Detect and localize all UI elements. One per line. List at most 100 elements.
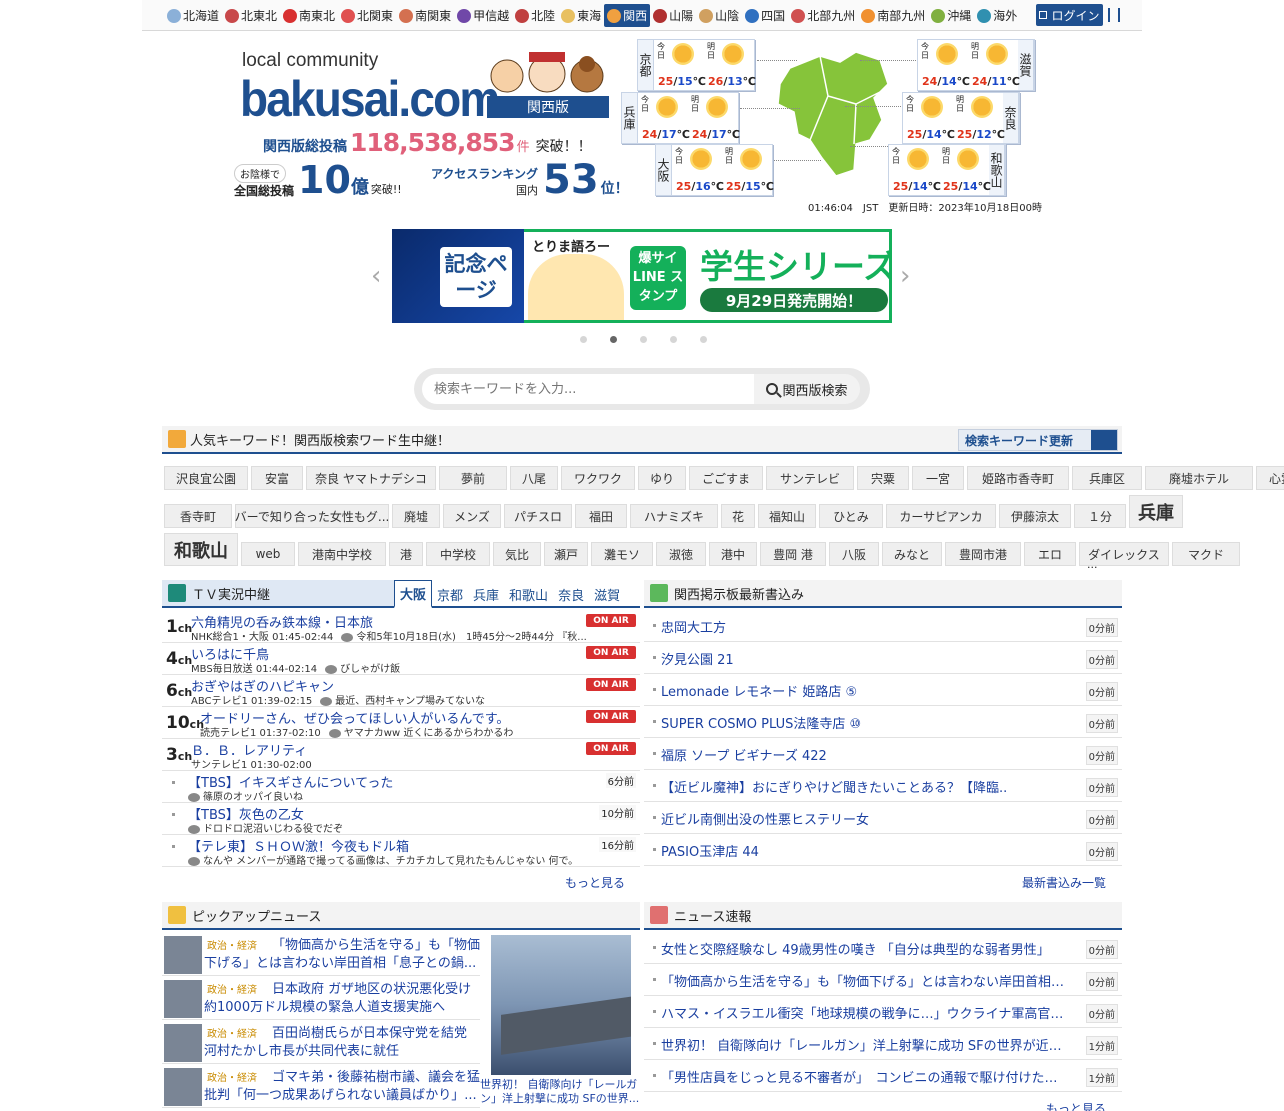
news-row[interactable]: ハマス・イスラエル衝突「地球規模の戦争に…」ウクライナ軍高官が... 0分前: [644, 996, 1122, 1028]
keyword-chip[interactable]: ごごすま: [689, 466, 763, 490]
tv-row[interactable]: 6ch おぎやはぎのハピキャン ABCテレビ1 01:39-02:15 最近、西村キャ…: [162, 675, 640, 707]
region-tab[interactable]: 山陰: [696, 4, 742, 27]
bbs-title[interactable]: 福原 ソープ ビギナーズ 422: [661, 745, 1066, 764]
keyword-chip[interactable]: 心霊: [1256, 466, 1284, 490]
keyword-chip[interactable]: メンズ: [443, 504, 501, 528]
carousel-dot-active[interactable]: [610, 336, 617, 343]
bbs-row[interactable]: 汐見公園 21 0分前: [644, 642, 1122, 674]
tv-thread-row[interactable]: 【TBS】イキスギさんについてった 6分前 篠原のオッパイ良いね: [162, 771, 640, 803]
tv-row[interactable]: 4ch いろはに千鳥 MBS毎日放送 01:44-02:14 びしゃがけ飯 ON AIR: [162, 643, 640, 675]
region-tab[interactable]: 関西: [604, 4, 651, 27]
news-title[interactable]: 女性と交際経験なし 49歳男性の嘆き 「自分は典型的な弱者男性」: [661, 939, 1066, 958]
bbs-title[interactable]: SUPER COSMO PLUS法隆寺店 ⑩: [661, 713, 1066, 732]
keyword-more[interactable]: ...: [1087, 558, 1098, 571]
keyword-chip[interactable]: 宍粟: [857, 466, 909, 490]
banner-anniversary[interactable]: 記念ページ: [392, 229, 524, 323]
news-more-link[interactable]: もっと見る: [1046, 1100, 1106, 1111]
news-row[interactable]: 世界初！ 自衛隊向け「レールガン」洋上射撃に成功 SFの世界が近づ... 1分前: [644, 1028, 1122, 1060]
news-title[interactable]: 「物価高から生活を守る」も「物価下げる」とは言わない岸田首相「...: [661, 971, 1066, 990]
keyword-chip[interactable]: 瀬戸: [544, 542, 588, 566]
tv-tab[interactable]: 奈良: [553, 580, 589, 608]
keyword-update-button[interactable]: 検索キーワード更新: [958, 429, 1118, 451]
bbs-title[interactable]: Lemonade レモネード 姫路店 ⑤: [661, 681, 1066, 700]
menu-icon[interactable]: [1108, 8, 1120, 22]
banner-line-stamp[interactable]: とりま語ろー 爆サイ LINE スタンプ 学生シリーズ 9月29日発売開始！: [524, 229, 892, 323]
region-tab[interactable]: 北東北: [222, 4, 280, 27]
bbs-row[interactable]: SUPER COSMO PLUS法隆寺店 ⑩ 0分前: [644, 706, 1122, 738]
news-title-line1[interactable]: 「物価高から生活を守る」も「物価: [272, 934, 480, 953]
bbs-row[interactable]: PASIO玉津店 44 0分前: [644, 834, 1122, 866]
keyword-chip[interactable]: カーサピアンカ: [886, 504, 996, 528]
region-tab[interactable]: 北海道: [164, 4, 222, 27]
kansai-map-icon[interactable]: [770, 48, 900, 178]
news-title[interactable]: ハマス・イスラエル衝突「地球規模の戦争に…」ウクライナ軍高官が...: [661, 1003, 1066, 1022]
pickup-item[interactable]: 政治・経済 ゴマキ弟・後藤祐樹市議、議会を猛 批判「何一つ成果あげられない議員ばかり…: [162, 1064, 480, 1108]
news-title[interactable]: 「男性店員をじっと見る不審者が」 コンビニの通報で駆け付けた警...: [661, 1067, 1066, 1086]
bbs-row[interactable]: 【近ビル魔神】おにぎりやけど聞きたいことある？【降臨.. 0分前: [644, 770, 1122, 802]
search-input[interactable]: [422, 374, 754, 404]
bbs-row[interactable]: Lemonade レモネード 姫路店 ⑤ 0分前: [644, 674, 1122, 706]
carousel-dot[interactable]: [640, 336, 647, 343]
region-tab[interactable]: 南部九州: [858, 4, 928, 27]
tv-row[interactable]: 3ch Ｂ．Ｂ．レアリティ サンテレビ1 01:30-02:00 ON AIR: [162, 739, 640, 771]
keyword-chip[interactable]: 沢良宜公園: [164, 466, 248, 490]
keyword-chip[interactable]: 奈良 ヤマトナデシコ: [306, 466, 436, 490]
bbs-title[interactable]: 忠岡大工方: [661, 617, 1066, 636]
keyword-chip[interactable]: 廃墟ホテル: [1145, 466, 1253, 490]
carousel-next-icon[interactable]: ›: [900, 263, 914, 289]
region-tab[interactable]: 山陽: [650, 4, 696, 27]
region-tab[interactable]: 南関東: [396, 4, 454, 27]
news-title-line1[interactable]: 百田尚樹氏らが日本保守党を結党: [272, 1022, 467, 1041]
weather-box[interactable]: 今日 24/14℃ 明日 24/11℃ 滋賀: [917, 39, 1035, 91]
keyword-chip[interactable]: 安富: [251, 466, 303, 490]
bbs-title[interactable]: 【近ビル魔神】おにぎりやけど聞きたいことある？【降臨..: [661, 777, 1066, 796]
keyword-chip[interactable]: 豊岡市港: [945, 542, 1021, 566]
region-tab[interactable]: 北陸: [512, 4, 558, 27]
tv-row[interactable]: 10ch オードリーさん、ぜひ会ってほしい人がいるんです。 読売テレビ1 01:37…: [162, 707, 640, 739]
news-row[interactable]: 「物価高から生活を守る」も「物価下げる」とは言わない岸田首相「... 0分前: [644, 964, 1122, 996]
region-tab[interactable]: 海外: [974, 4, 1020, 27]
keyword-chip[interactable]: 気比: [493, 542, 541, 566]
search-button[interactable]: 関西版検索: [754, 374, 860, 404]
keyword-chip[interactable]: 伊藤涼太: [999, 504, 1071, 528]
keyword-chip[interactable]: 港南中学校: [298, 542, 386, 566]
pickup-item[interactable]: 政治・経済 「物価高から生活を守る」も「物価 下げる」とは言わない岸田首相「息子との…: [162, 932, 480, 976]
bbs-title[interactable]: 汐見公園 21: [661, 649, 1066, 668]
keyword-chip[interactable]: ハナミズキ: [630, 504, 718, 528]
bbs-more-link[interactable]: 最新書込み一覧: [1022, 874, 1106, 891]
weather-box[interactable]: 京都 今日 25/15℃ 明日 26/13℃: [637, 39, 756, 91]
bbs-row[interactable]: 忠岡大工方 0分前: [644, 610, 1122, 642]
tv-tab[interactable]: 大阪: [394, 580, 433, 608]
keyword-chip[interactable]: パチスロ: [504, 504, 572, 528]
pickup-image-caption[interactable]: 世界初！ 自衛隊向け「レールガン」洋上射撃に成功 SFの世界...: [480, 1078, 640, 1106]
news-title-line2[interactable]: 批判「何一つ成果あげられない議員ばかり」...: [204, 1084, 478, 1103]
news-thumbnail[interactable]: [164, 1024, 202, 1062]
region-tab[interactable]: 南東北: [280, 4, 338, 27]
news-row[interactable]: 女性と交際経験なし 49歳男性の嘆き 「自分は典型的な弱者男性」 0分前: [644, 932, 1122, 964]
region-tab[interactable]: 東海: [558, 4, 604, 27]
keyword-chip[interactable]: ゆり: [638, 466, 686, 490]
region-tab[interactable]: 沖縄: [928, 4, 974, 27]
bbs-title[interactable]: 近ビル南側出没の性悪ヒステリー女: [661, 809, 1066, 828]
region-tab[interactable]: 北部九州: [788, 4, 858, 27]
carousel-dot[interactable]: [670, 336, 677, 343]
keyword-chip[interactable]: web: [241, 542, 295, 566]
weather-box[interactable]: 今日 25/14℃ 明日 25/12℃ 奈良: [902, 92, 1020, 144]
bbs-row[interactable]: 福原 ソープ ビギナーズ 422 0分前: [644, 738, 1122, 770]
tv-tab[interactable]: 和歌山: [504, 580, 553, 608]
keyword-chip[interactable]: 廃墟: [392, 504, 440, 528]
keyword-chip[interactable]: １分: [1074, 504, 1126, 528]
region-tab[interactable]: 四国: [742, 4, 788, 27]
news-title-line1[interactable]: 日本政府 ガザ地区の状況悪化受け: [272, 978, 471, 997]
keyword-chip-large[interactable]: 兵庫: [1129, 495, 1183, 528]
carousel-prev-icon[interactable]: ‹: [371, 263, 385, 289]
region-tab[interactable]: 甲信越: [454, 4, 512, 27]
carousel-dot[interactable]: [580, 336, 587, 343]
keyword-chip[interactable]: 姫路市香寺町: [967, 466, 1069, 490]
news-title-line2[interactable]: 下げる」とは言わない岸田首相「息子との鍋...: [204, 952, 478, 971]
tv-tab[interactable]: 兵庫: [468, 580, 504, 608]
keyword-chip[interactable]: 福知山: [758, 504, 816, 528]
news-title-line1[interactable]: ゴマキ弟・後藤祐樹市議、議会を猛: [272, 1066, 480, 1085]
keyword-chip[interactable]: エロ: [1024, 542, 1076, 566]
news-thumbnail[interactable]: [164, 1068, 202, 1106]
